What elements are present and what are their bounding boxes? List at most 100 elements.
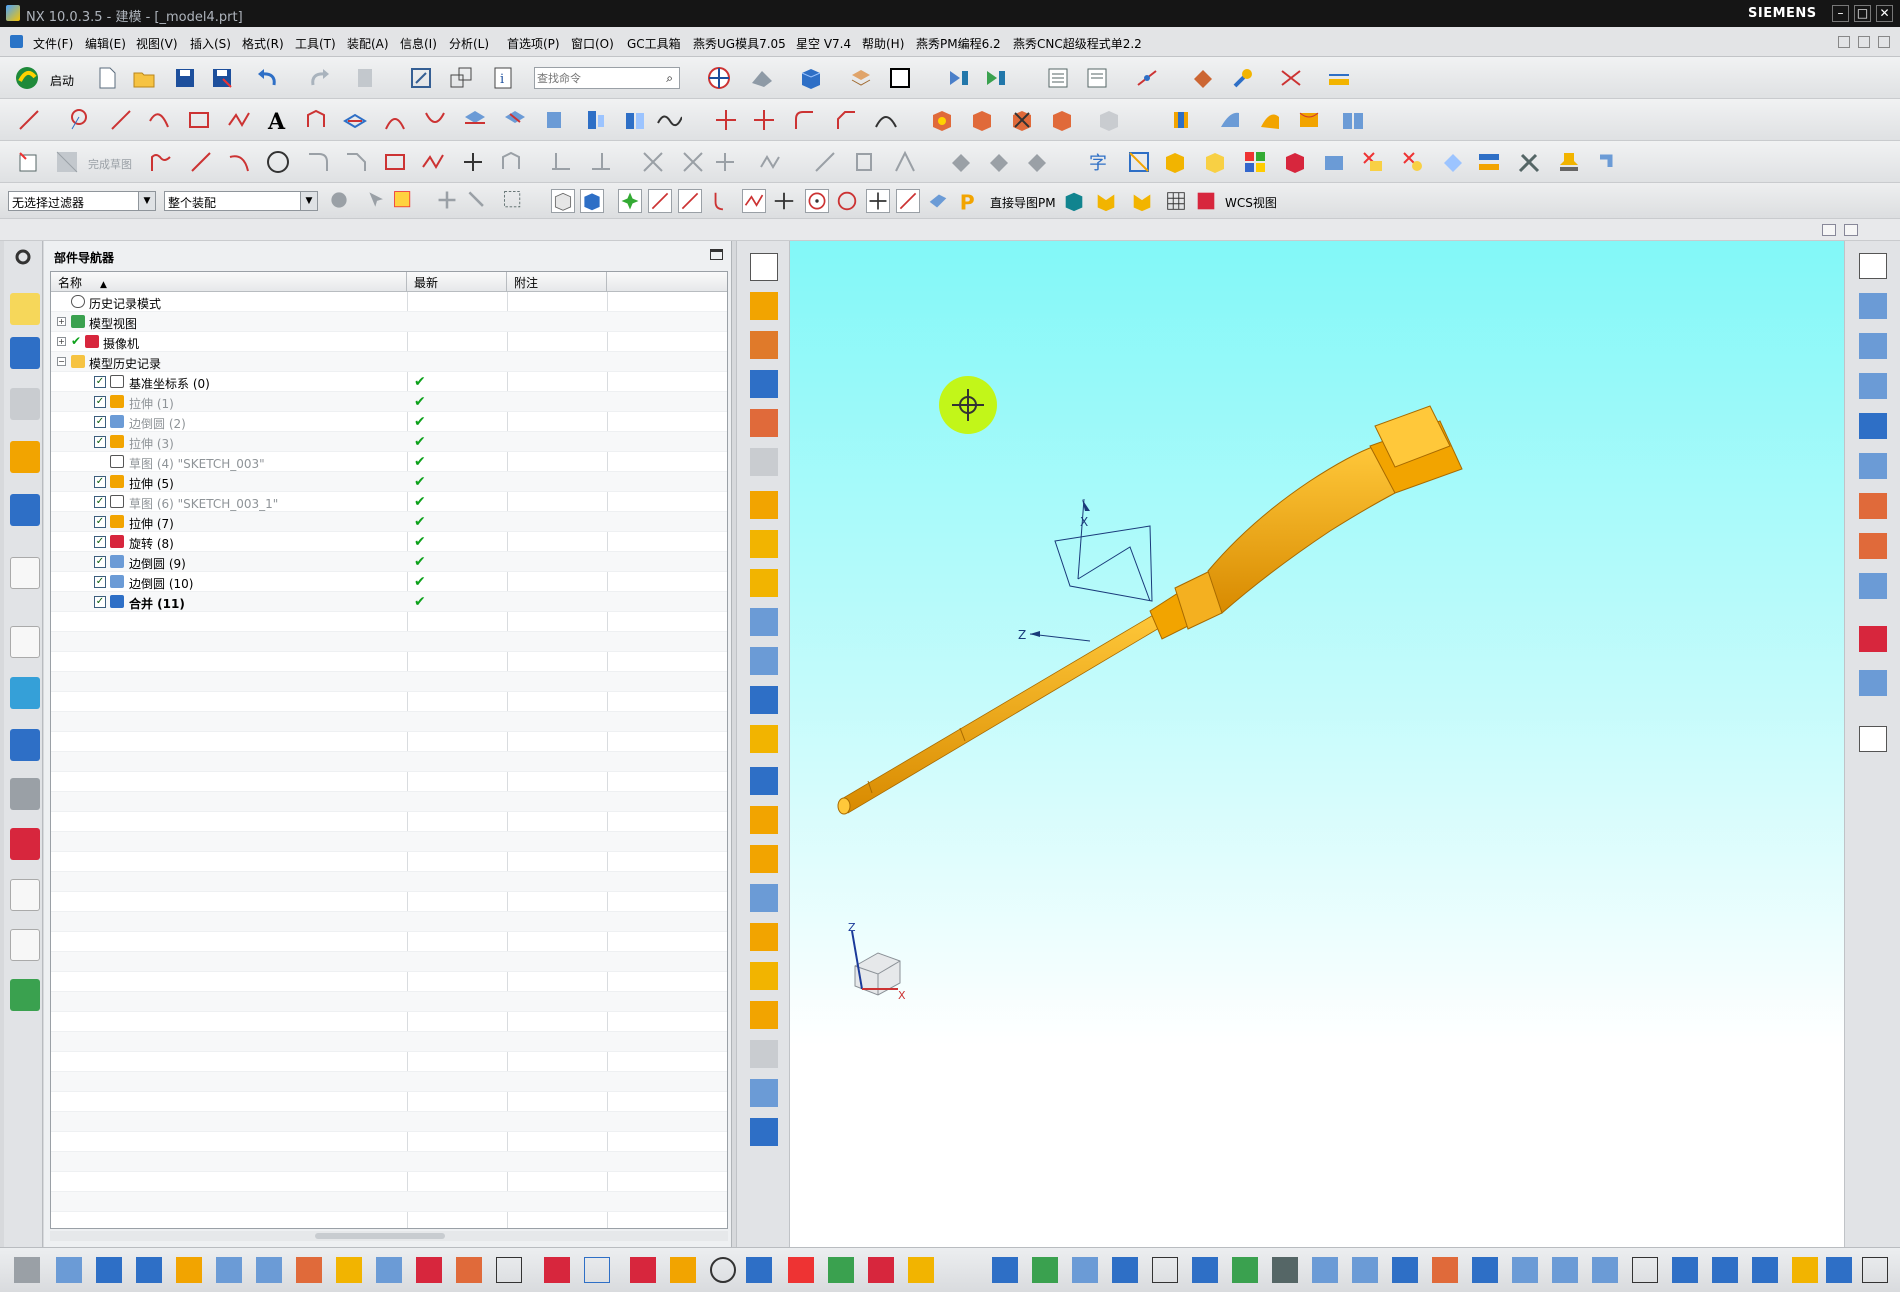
cube-pattern-icon[interactable] [1096, 107, 1122, 133]
tree-row[interactable]: + 模型视图 [51, 312, 727, 332]
cube-offset-icon[interactable] [1049, 107, 1075, 133]
studio-spline-icon[interactable] [226, 107, 252, 133]
chevron-down-icon[interactable]: ▼ [138, 192, 155, 210]
quick-extend-icon[interactable] [588, 149, 614, 175]
list-report-icon[interactable] [1352, 1257, 1378, 1283]
wcs-dynamic-icon[interactable] [926, 189, 950, 213]
verify-icon[interactable] [1232, 1257, 1258, 1283]
layer-settings-icon[interactable] [176, 1257, 202, 1283]
visibility-checkbox[interactable]: ✓ [94, 556, 106, 568]
block-icon[interactable] [1162, 149, 1188, 175]
body-selection-icon[interactable] [466, 189, 488, 211]
search-icon[interactable]: ⌕ [666, 71, 673, 86]
post-process-icon[interactable] [1272, 1257, 1298, 1283]
menu-gc-toolkit[interactable]: GC工具箱 [627, 35, 681, 52]
draft-tool-icon[interactable] [750, 767, 778, 795]
transition-icon[interactable] [1859, 533, 1887, 559]
process-studio-tab-icon[interactable] [10, 828, 40, 860]
sketch-fillet-icon[interactable] [305, 149, 331, 175]
wcs-view-label[interactable]: WCS视图 [1225, 194, 1277, 211]
command-search-input[interactable] [537, 70, 655, 86]
block-tool-icon[interactable] [750, 923, 778, 951]
unite-tool-icon[interactable] [750, 1079, 778, 1107]
subtract-tool-icon[interactable] [750, 1118, 778, 1146]
gear-select-icon[interactable] [1152, 1257, 1178, 1283]
sphere-tool-icon[interactable] [750, 1040, 778, 1068]
feature-selection-icon[interactable] [436, 189, 458, 211]
show-hide-icon[interactable] [256, 1257, 282, 1283]
pattern-curve-icon[interactable] [757, 149, 783, 175]
split-body-icon[interactable] [750, 647, 778, 675]
assembly-constraint-icon[interactable] [946, 65, 972, 91]
snap-on-curve-icon[interactable] [896, 189, 920, 213]
cone-tool-icon[interactable] [750, 1001, 778, 1029]
report-icon[interactable] [1084, 65, 1110, 91]
stamp-icon[interactable] [1556, 149, 1582, 175]
restore-view-icon[interactable] [1844, 224, 1858, 236]
pattern-feature-icon[interactable] [750, 491, 778, 519]
split-curve-icon[interactable] [751, 107, 777, 133]
hook-icon[interactable] [746, 1257, 772, 1283]
cube-rotate-icon[interactable] [969, 107, 995, 133]
tree-row[interactable]: ✓ 拉伸 (5) ✔ [51, 472, 727, 492]
sketch-point-icon[interactable] [460, 149, 486, 175]
geometry-icon[interactable] [1552, 1257, 1578, 1283]
surface-through-icon[interactable] [1296, 107, 1322, 133]
grid-menu-icon[interactable] [1862, 1257, 1888, 1283]
program-icon[interactable] [1512, 1257, 1538, 1283]
column-header-uptodate[interactable]: 最新 [407, 272, 507, 292]
swept-icon[interactable] [1859, 453, 1887, 479]
surface-ruled-icon[interactable] [1257, 107, 1283, 133]
visibility-checkbox[interactable]: ✓ [94, 396, 106, 408]
team-center-tab-icon[interactable] [10, 979, 40, 1011]
extension-icon[interactable] [1859, 573, 1887, 599]
snap-enable-icon[interactable] [618, 189, 642, 213]
assembly-navigator-tab-icon[interactable] [10, 337, 40, 369]
menu-yanxiu-mold[interactable]: 燕秀UG模具7.05 [693, 35, 786, 52]
trim-icon[interactable] [14, 1257, 40, 1283]
trim-sheet-icon[interactable] [1859, 670, 1887, 696]
tree-row[interactable]: ✓ 基准坐标系 (0) ✔ [51, 372, 727, 392]
orient-view-icon[interactable] [798, 65, 824, 91]
datum-csys-tool-icon[interactable] [56, 1257, 82, 1283]
tree-row[interactable]: ✓ 边倒圆 (9) ✔ [51, 552, 727, 572]
move-component-icon[interactable] [983, 65, 1009, 91]
delete-face-icon[interactable] [1360, 149, 1386, 175]
snap-center-icon[interactable] [805, 189, 829, 213]
axis-tool-icon[interactable] [1278, 65, 1304, 91]
section-curve-icon[interactable] [462, 107, 488, 133]
save-icon[interactable] [172, 65, 198, 91]
untrim-icon[interactable] [1859, 726, 1887, 752]
bounded-plane-icon[interactable] [1859, 293, 1887, 319]
hole-tool-icon[interactable] [750, 370, 778, 398]
pattern-face-icon[interactable] [750, 530, 778, 558]
edit-object-display-icon[interactable] [296, 1257, 322, 1283]
graphics-window[interactable]: X Z Z X [790, 241, 1844, 1247]
snap-quadrant-icon[interactable] [835, 189, 859, 213]
box-outline-icon[interactable] [496, 1257, 522, 1283]
text-icon[interactable]: A [264, 107, 290, 133]
measure-distance-icon[interactable] [1326, 65, 1352, 91]
revolve-tool-icon[interactable] [750, 331, 778, 359]
method-icon[interactable] [1592, 1257, 1618, 1283]
chamfer-curve-icon[interactable] [833, 107, 859, 133]
curve-length-icon[interactable] [582, 107, 608, 133]
box-dim-icon[interactable] [1126, 149, 1152, 175]
tile-view-icon[interactable] [1822, 224, 1836, 236]
color-icon[interactable] [336, 1257, 362, 1283]
sketch-rectangle-icon[interactable] [382, 149, 408, 175]
snap-face-icon[interactable] [551, 189, 575, 213]
finish-sketch-icon[interactable] [54, 149, 80, 175]
pencil-icon[interactable] [1792, 1257, 1818, 1283]
cube-delete-icon[interactable] [1009, 107, 1035, 133]
settings-gear-icon[interactable] [13, 247, 33, 267]
start-label[interactable]: 启动 [50, 72, 74, 89]
sketch-plane-icon[interactable] [750, 253, 778, 281]
selection-filter-select[interactable]: 无选择过滤器 ▼ [8, 191, 156, 211]
move-layer-icon[interactable] [216, 1257, 242, 1283]
manufacturing-tab-icon[interactable] [10, 879, 40, 911]
visibility-checkbox[interactable]: ✓ [94, 496, 106, 508]
body-move-icon[interactable] [456, 1257, 482, 1283]
open-folder-icon[interactable] [131, 65, 157, 91]
assembly-scope-select[interactable]: 整个装配 ▼ [164, 191, 318, 211]
